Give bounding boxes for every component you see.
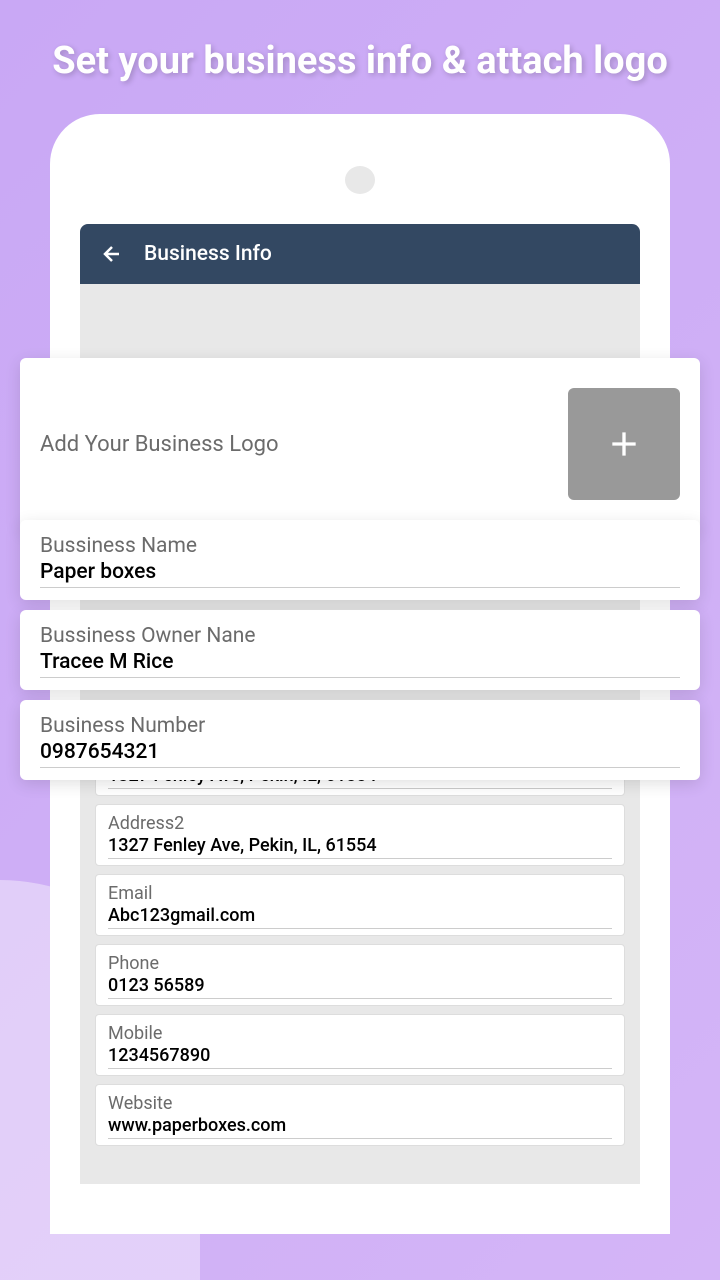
email-label: Email [108,883,612,904]
mobile-value: 1234567890 [108,1045,612,1069]
back-arrow-icon[interactable] [100,242,124,266]
email-value: Abc123gmail.com [108,905,612,929]
business-name-field[interactable]: Bussiness Name Paper boxes [20,520,700,600]
header-title: Business Info [144,242,272,266]
address2-label: Address2 [108,813,612,834]
phone-label: Phone [108,953,612,974]
website-label: Website [108,1093,612,1114]
owner-name-field[interactable]: Bussiness Owner Nane Tracee M Rice [20,610,700,690]
website-field[interactable]: Website www.paperboxes.com [95,1084,625,1146]
email-field[interactable]: Email Abc123gmail.com [95,874,625,936]
add-logo-button[interactable] [568,388,680,500]
plus-icon [604,424,644,464]
mobile-field[interactable]: Mobile 1234567890 [95,1014,625,1076]
business-number-value: 0987654321 [40,740,680,768]
phone-value: 0123 56589 [108,975,612,999]
phone-field[interactable]: Phone 0123 56589 [95,944,625,1006]
business-name-label: Bussiness Name [40,534,680,558]
address2-field[interactable]: Address2 1327 Fenley Ave, Pekin, IL, 615… [95,804,625,866]
logo-card: Add Your Business Logo [20,358,700,530]
business-name-value: Paper boxes [40,560,680,588]
owner-name-label: Bussiness Owner Nane [40,624,680,648]
phone-notch [345,166,375,194]
logo-label: Add Your Business Logo [40,432,279,457]
website-value: www.paperboxes.com [108,1115,612,1139]
app-header: Business Info [80,224,640,284]
business-number-label: Business Number [40,714,680,738]
mobile-label: Mobile [108,1023,612,1044]
address2-value: 1327 Fenley Ave, Pekin, IL, 61554 [108,835,612,859]
business-number-field[interactable]: Business Number 0987654321 [20,700,700,780]
owner-name-value: Tracee M Rice [40,650,680,678]
promo-title: Set your business info & attach logo [0,0,720,114]
